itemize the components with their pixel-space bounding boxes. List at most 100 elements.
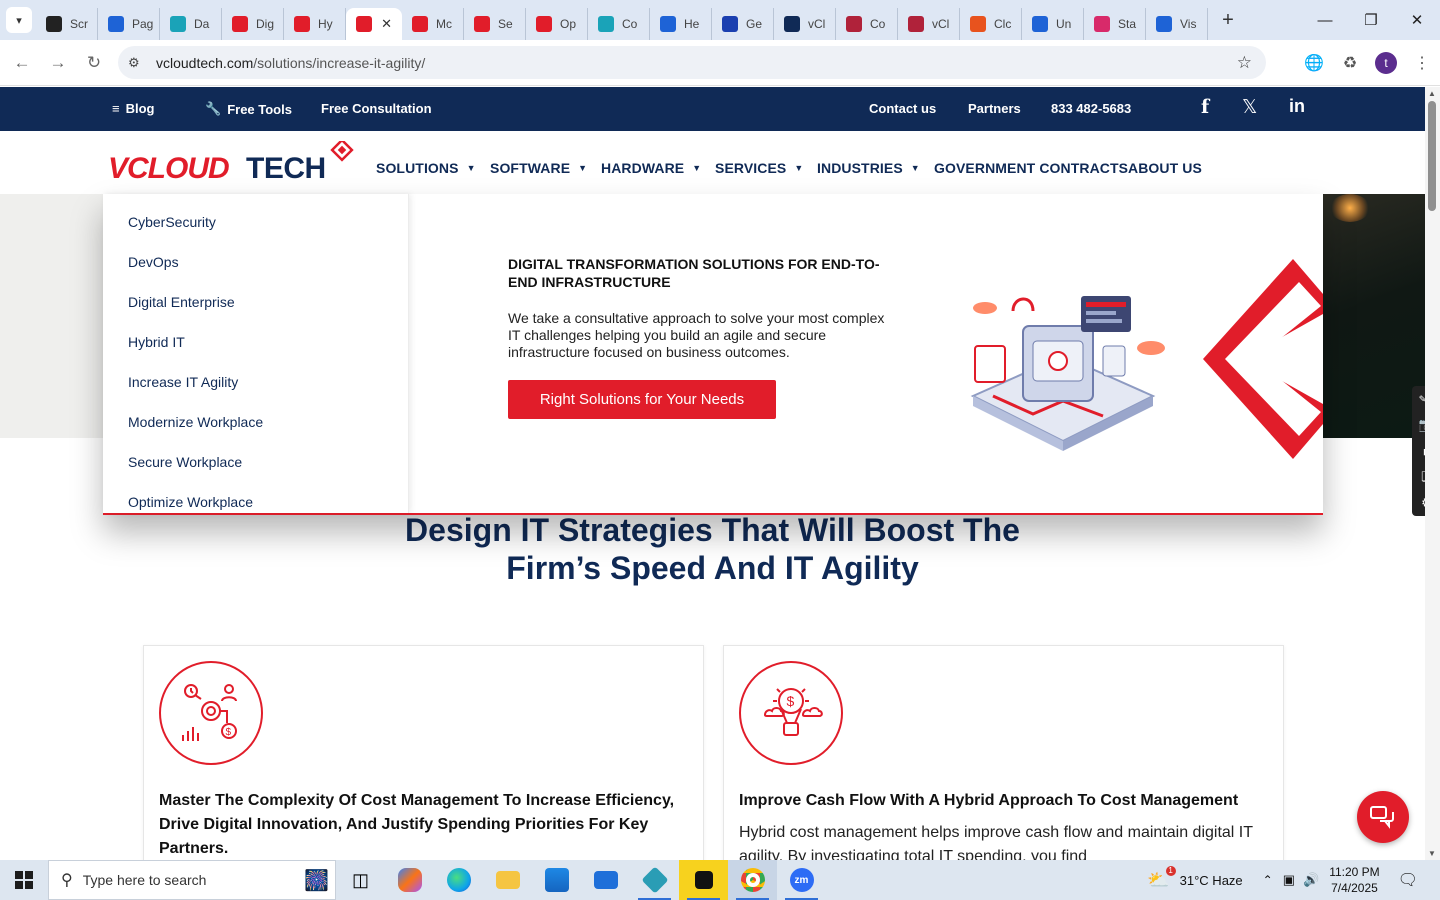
menu-item-cybersecurity[interactable]: CyberSecurity — [128, 214, 216, 230]
browser-tab[interactable]: Se — [464, 8, 526, 40]
weather-icon[interactable]: ⛅ 1 — [1147, 865, 1176, 891]
facebook-icon[interactable]: f — [1201, 96, 1209, 118]
browser-tab[interactable]: Sta — [1084, 8, 1146, 40]
right-solutions-button[interactable]: Right Solutions for Your Needs — [508, 380, 776, 419]
menu-item-hybrid-it[interactable]: Hybrid IT — [128, 334, 185, 350]
contact-us-link[interactable]: Contact us — [869, 101, 936, 116]
browser-tab[interactable]: Da — [160, 8, 222, 40]
sticky-notes-icon[interactable] — [679, 860, 728, 900]
browser-tab[interactable]: Pag — [98, 8, 160, 40]
tab-strip: Scr Pag Da Dig Hy ✕ Mc Se Op Co He Ge vCl Co vCl Clc Un S… — [36, 0, 1208, 40]
tray-chevron-icon[interactable]: ⌃ — [1263, 873, 1273, 887]
menu-item-increase-it-agility[interactable]: Increase IT Agility — [128, 374, 238, 390]
task-view-icon[interactable]: ◫ — [336, 860, 385, 900]
browser-tab[interactable]: Co — [836, 8, 898, 40]
browser-tab[interactable]: He — [650, 8, 712, 40]
chrome-browser-icon[interactable] — [728, 860, 777, 900]
headline-text: Design IT Strategies That Will Boost The… — [405, 512, 1020, 586]
search-icon: ⚲ — [61, 872, 73, 889]
browser-tab[interactable]: Un — [1022, 8, 1084, 40]
card-title: Master The Complexity Of Cost Management… — [159, 792, 675, 857]
close-window-button[interactable]: ✕ — [1394, 0, 1440, 40]
nav-about-us[interactable]: ABOUT US — [1128, 160, 1202, 176]
browser-tab-active[interactable]: ✕ — [346, 8, 402, 40]
browser-tab[interactable]: Dig — [222, 8, 284, 40]
nav-solutions[interactable]: SOLUTIONS ▼ — [376, 160, 476, 176]
menu-item-digital-enterprise[interactable]: Digital Enterprise — [128, 294, 235, 310]
forward-button[interactable]: → — [40, 45, 76, 81]
clock[interactable]: 11:20 PM 7/4/2025 — [1329, 864, 1379, 896]
scroll-down-arrow-icon[interactable]: ▼ — [1428, 849, 1436, 858]
browser-tab[interactable]: Vis — [1146, 8, 1208, 40]
utility-top-bar: ≡ Blog 🔧 Free Tools Free Consultation Cont… — [0, 87, 1425, 131]
menu-item-modernize-workplace[interactable]: Modernize Workplace — [128, 414, 263, 430]
windows-taskbar: ⚲ Type here to search 🎆 ◫ zm ⛅ 1 31°C Haz… — [0, 860, 1440, 900]
bookmark-star-icon[interactable]: ☆ — [1237, 53, 1252, 73]
nav-government-contracts[interactable]: GOVERNMENT CONTRACTS — [934, 160, 1128, 176]
tab-favicon-icon — [108, 16, 124, 32]
nav-software[interactable]: SOFTWARE ▼ — [490, 160, 587, 176]
network-icon[interactable]: ▣ — [1283, 872, 1295, 888]
windows-start-button[interactable] — [0, 860, 48, 900]
nav-industries[interactable]: INDUSTRIES ▼ — [817, 160, 920, 176]
copilot-icon[interactable] — [385, 860, 434, 900]
hero-image-strip — [1320, 194, 1425, 438]
restore-button[interactable]: ❐ — [1348, 0, 1394, 40]
free-tools-link[interactable]: 🔧 Free Tools — [205, 101, 292, 117]
nav-services[interactable]: SERVICES ▼ — [715, 160, 803, 176]
menu-item-optimize-workplace[interactable]: Optimize Workplace — [128, 494, 253, 510]
browser-tab[interactable]: Hy — [284, 8, 346, 40]
profile-avatar[interactable]: t — [1375, 52, 1397, 74]
tab-favicon-icon — [46, 16, 62, 32]
phone-link[interactable]: 833 482-5683 — [1051, 101, 1131, 116]
weather-text[interactable]: 31°C Haze — [1180, 873, 1243, 888]
page-scrollbar[interactable]: ▲ ▼ — [1425, 87, 1440, 860]
back-button[interactable]: ← — [4, 45, 40, 81]
linkedin-icon[interactable]: in — [1289, 96, 1305, 117]
extensions-icon[interactable]: ♻ — [1332, 53, 1368, 73]
nav-hardware[interactable]: HARDWARE ▼ — [601, 160, 701, 176]
site-info-icon[interactable]: ⚙ — [128, 55, 148, 71]
svg-text:VCLOUD: VCLOUD — [108, 152, 229, 185]
volume-icon[interactable]: 🔊 — [1303, 872, 1319, 888]
x-twitter-icon[interactable]: 𝕏 — [1242, 96, 1257, 119]
zoom-app-icon[interactable]: zm — [777, 860, 826, 900]
nav-hardware-label: HARDWARE — [601, 160, 685, 176]
free-consultation-link[interactable]: Free Consultation — [321, 101, 432, 116]
browser-tab[interactable]: Mc — [402, 8, 464, 40]
close-tab-icon[interactable]: ✕ — [381, 16, 392, 32]
file-explorer-icon[interactable] — [483, 860, 532, 900]
reload-button[interactable]: ↻ — [76, 45, 112, 81]
microsoft-store-icon[interactable] — [532, 860, 581, 900]
chat-widget-button[interactable] — [1357, 791, 1409, 843]
caret-down-icon: ▼ — [466, 163, 476, 173]
menu-kebab-icon[interactable]: ⋮ — [1404, 53, 1440, 73]
scroll-thumb[interactable] — [1428, 101, 1436, 211]
translate-icon[interactable]: 🌐 — [1296, 53, 1332, 73]
tab-favicon-icon — [1032, 16, 1048, 32]
browser-tab[interactable]: vCl — [898, 8, 960, 40]
omnibox[interactable]: ⚙ vcloudtech.com/solutions/increase-it-a… — [118, 46, 1266, 79]
mail-icon[interactable] — [581, 860, 630, 900]
tab-search-button[interactable]: ▾ — [6, 7, 32, 33]
menu-item-devops[interactable]: DevOps — [128, 254, 179, 270]
browser-tab[interactable]: Ge — [712, 8, 774, 40]
browser-tab[interactable]: Co — [588, 8, 650, 40]
browser-tab[interactable]: Clc — [960, 8, 1022, 40]
scroll-up-arrow-icon[interactable]: ▲ — [1428, 89, 1436, 98]
menu-item-secure-workplace[interactable]: Secure Workplace — [128, 454, 242, 470]
browser-tab[interactable]: Op — [526, 8, 588, 40]
taskbar-search-box[interactable]: ⚲ Type here to search 🎆 — [48, 860, 336, 900]
partners-link[interactable]: Partners — [968, 101, 1021, 116]
new-tab-button[interactable]: + — [1214, 6, 1242, 34]
app-diamond-icon[interactable] — [630, 860, 679, 900]
notifications-icon[interactable]: 🗨 — [1398, 870, 1418, 890]
vcloudtech-logo[interactable]: VCLOUD TECH — [108, 138, 358, 186]
clock-time: 11:20 PM — [1329, 865, 1380, 879]
browser-tab[interactable]: Scr — [36, 8, 98, 40]
minimize-button[interactable]: — — [1302, 0, 1348, 40]
blog-link[interactable]: ≡ Blog — [112, 101, 154, 116]
edge-browser-icon[interactable] — [434, 860, 483, 900]
browser-tab[interactable]: vCl — [774, 8, 836, 40]
url-text[interactable]: vcloudtech.com/solutions/increase-it-agi… — [156, 55, 425, 71]
